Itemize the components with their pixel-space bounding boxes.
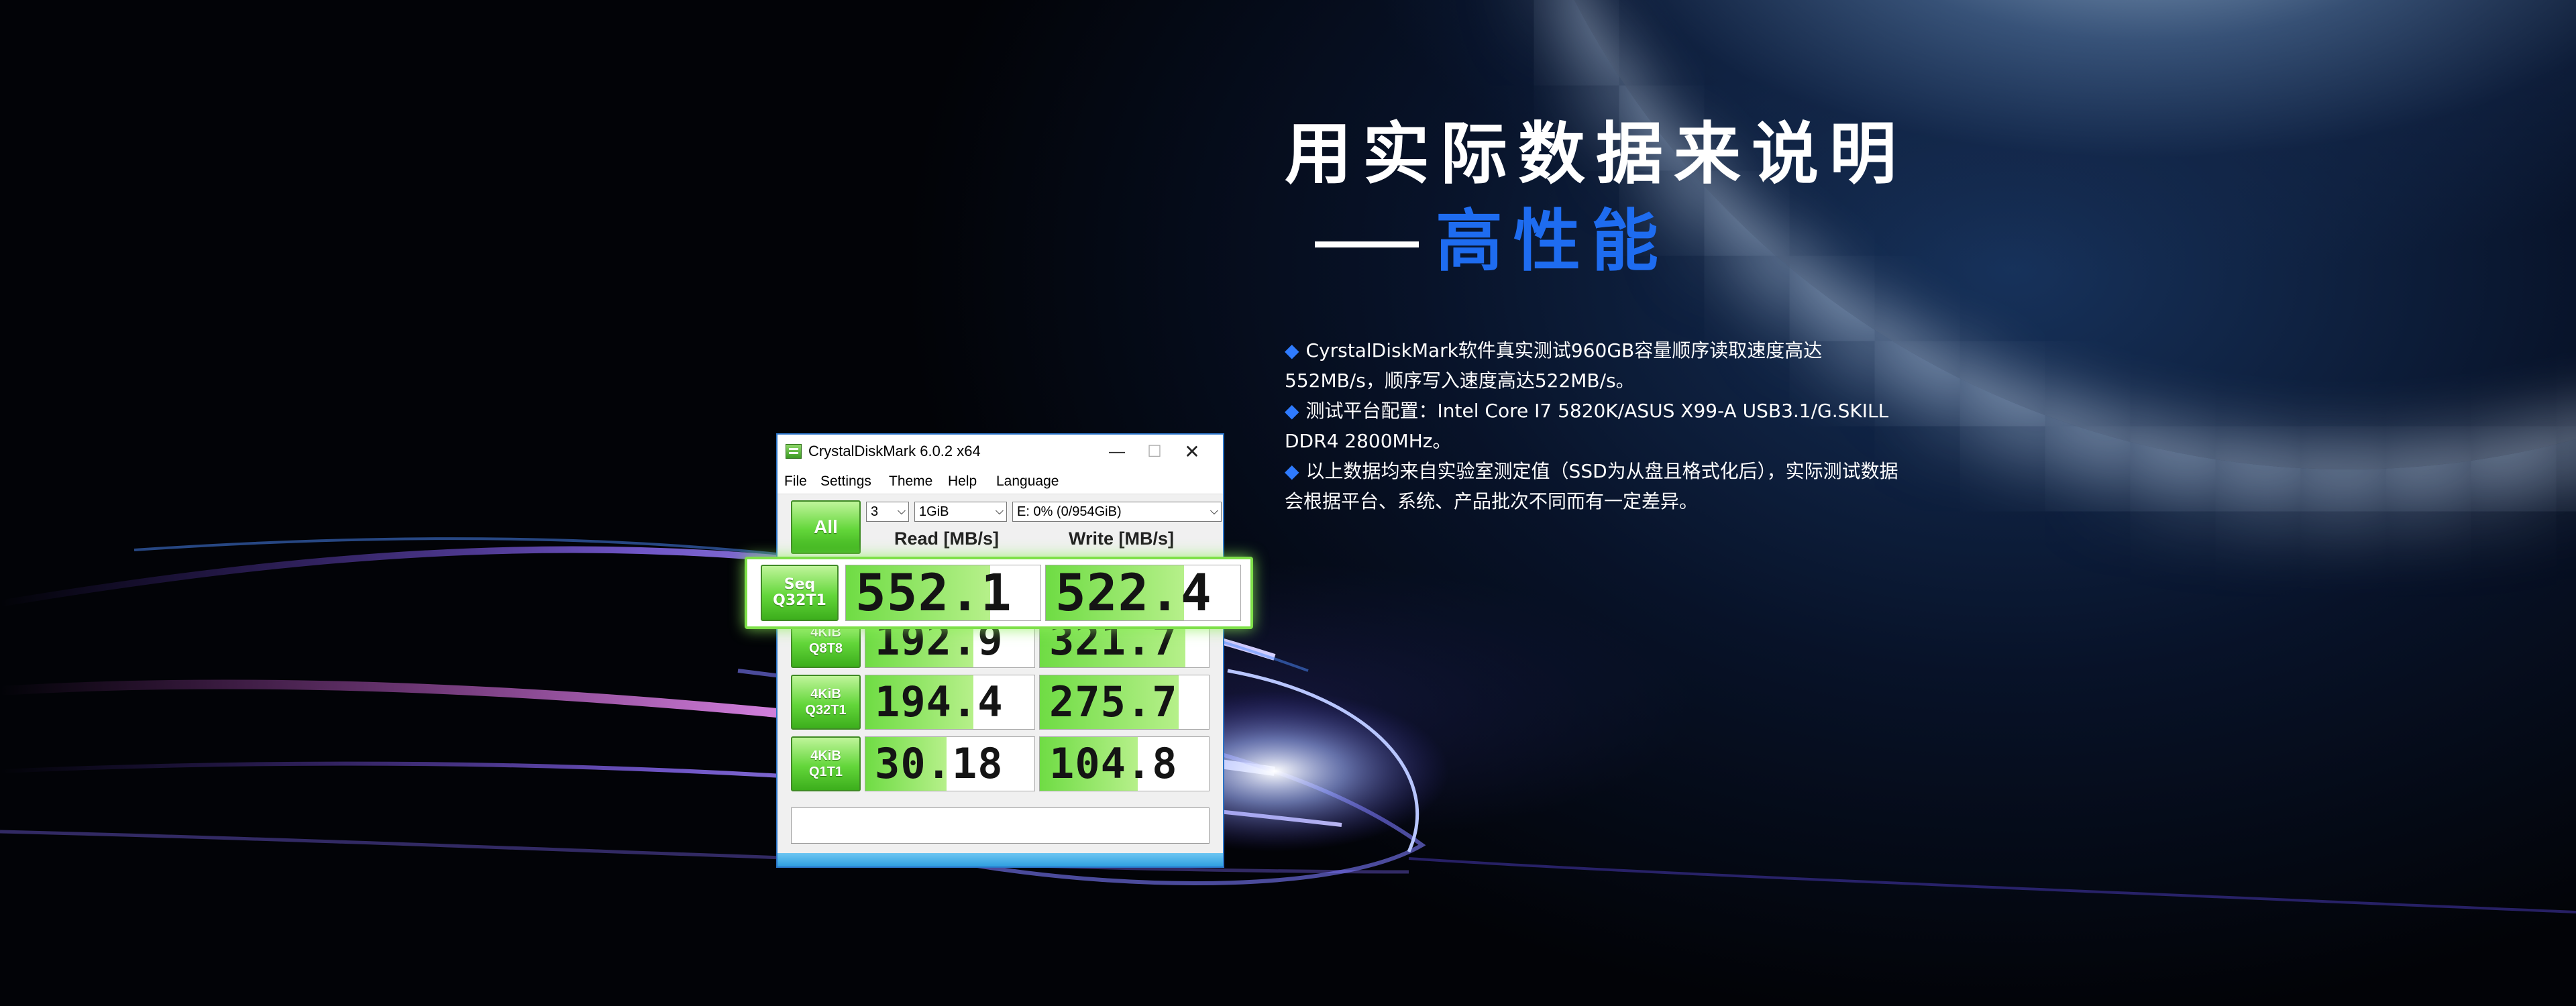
test-4kib-q32t1-button[interactable]: 4KiB Q32T1 [791,675,861,730]
crystaldiskmark-app-icon [786,444,802,459]
close-button[interactable]: ✕ [1173,437,1211,467]
result-cell-write: 275.7 [1039,675,1210,730]
menu-bar: File Settings Theme Help Language [777,469,1223,494]
chevron-down-icon: ⌵ [897,506,906,517]
result-cell-read: 552.1 [845,565,1041,621]
chevron-down-icon: ⌵ [995,506,1004,517]
menu-language[interactable]: Language [996,473,1059,490]
test-seq-q32t1-button[interactable]: Seq Q32T1 [761,565,839,621]
spec-bullet-list: ◆ CyrstalDiskMark软件真实测试960GB容量顺序读取速度高达552… [1285,335,1909,516]
minimize-button[interactable]: — [1098,437,1136,467]
menu-settings[interactable]: Settings [820,473,871,490]
menu-file[interactable]: File [784,473,807,490]
headline-highlight: 高性能 [1436,202,1669,280]
result-cell-read: 194.4 [865,675,1035,730]
chevron-down-icon: ⌵ [1210,506,1218,517]
spec-bullet: ◆ 以上数据均来自实验室测定值（SSD为从盘且格式化后），实际测试数据会根据平台、… [1285,460,1898,512]
window-title: CrystalDiskMark 6.0.2 x64 [808,443,981,459]
spec-bullet: ◆ 测试平台配置：Intel Core I7 5820K/ASUS X99-A U… [1285,400,1889,452]
run-all-button[interactable]: All [791,500,861,554]
result-cell-read: 30.18 [865,736,1035,791]
test-size-select[interactable]: 1GiB ⌵ [914,502,1007,522]
highlighted-seq-row: Seq Q32T1 552.1 522.4 [745,557,1253,629]
maximize-button[interactable]: ☐ [1136,437,1173,467]
status-bar [777,853,1223,867]
write-column-header: Write [MB/s] [1069,528,1175,549]
menu-help[interactable]: Help [948,473,977,490]
crystaldiskmark-window: CrystalDiskMark 6.0.2 x64 — ☐ ✕ File Set… [776,433,1224,868]
menu-theme[interactable]: Theme [889,473,932,490]
hero-background: 用实际数据来说明 高性能 ◆ CyrstalDiskMark软件真实测试960GB… [0,0,2576,1006]
diamond-bullet-icon: ◆ [1285,339,1299,361]
test-4kib-q1t1-button[interactable]: 4KiB Q1T1 [791,736,861,791]
window-titlebar[interactable]: CrystalDiskMark 6.0.2 x64 — ☐ ✕ [777,435,1223,469]
result-cell-write: 522.4 [1045,565,1241,621]
drive-select[interactable]: E: 0% (0/954GiB) ⌵ [1012,502,1222,522]
headline-dash [1315,241,1419,247]
headline-primary: 用实际数据来说明 [1285,115,1907,193]
diamond-bullet-icon: ◆ [1285,400,1299,422]
comment-field[interactable] [791,807,1210,844]
result-cell-write: 104.8 [1039,736,1210,791]
diamond-bullet-icon: ◆ [1285,460,1299,482]
spec-bullet: ◆ CyrstalDiskMark软件真实测试960GB容量顺序读取速度高达552… [1285,339,1823,392]
read-column-header: Read [MB/s] [894,528,1000,549]
test-count-select[interactable]: 3 ⌵ [866,502,909,522]
